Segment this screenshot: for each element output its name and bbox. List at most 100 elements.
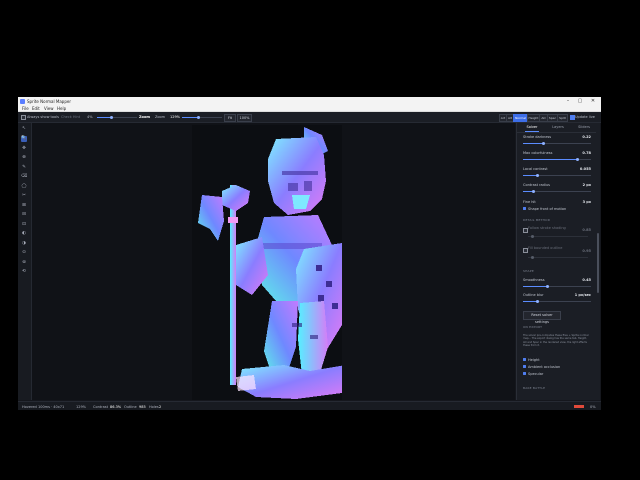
zoom-slider[interactable] bbox=[182, 116, 222, 119]
status-file-value: 100ms · 40x71 bbox=[38, 404, 65, 409]
tab-solver[interactable]: Solver bbox=[519, 125, 545, 132]
ring-tool-icon[interactable]: ⊚ bbox=[21, 260, 27, 266]
export-height-label: Height bbox=[528, 357, 540, 362]
max-colorfulness-slider[interactable] bbox=[523, 158, 591, 161]
maximize-button[interactable]: ▢ bbox=[576, 98, 584, 104]
outline-blur-slider[interactable] bbox=[523, 300, 591, 303]
app-icon bbox=[20, 98, 25, 104]
canvas-area[interactable] bbox=[32, 123, 515, 400]
max-colorfulness-value: 0.78 bbox=[582, 151, 591, 155]
follow-stroke-label: Follow stroke shading bbox=[528, 226, 566, 230]
tool-strip: ↖ 🔍 ✥ ⊕ ✎ ⌫ ◯ ✂ ⊞ ⊟ ⊡ ◐ ◑ ⊙ ⊚ ⟲ bbox=[18, 123, 32, 400]
window-title: Sprite Normal Mapper bbox=[27, 98, 71, 104]
on-export-heading: ON EXPORT bbox=[523, 325, 543, 329]
grid-remove-tool-icon[interactable]: ⊟ bbox=[21, 212, 27, 218]
contrast-radius-slider[interactable] bbox=[523, 190, 591, 193]
update-live-label: Update live bbox=[575, 115, 595, 119]
smoothness-value: 0.45 bbox=[582, 278, 591, 282]
stroke-darkness-value: 0.22 bbox=[582, 135, 591, 139]
shade-right-tool-icon[interactable]: ◑ bbox=[21, 241, 27, 247]
status-contrast-label: Contrast bbox=[93, 404, 108, 409]
status-file-label: Hovered bbox=[22, 404, 37, 409]
local-contrast-label: Local contrast bbox=[523, 167, 548, 171]
brush-size-value: 4% bbox=[87, 115, 93, 119]
zoom-tool-icon[interactable]: 🔍 bbox=[21, 136, 27, 142]
fine-hit-value: 3 px bbox=[582, 200, 591, 204]
fill-outline-value: 0.95 bbox=[582, 249, 591, 253]
panel-scrollbar[interactable] bbox=[596, 123, 600, 400]
shape-front-label: Shape front of motion bbox=[528, 206, 567, 211]
stroke-darkness-label: Stroke darkness bbox=[523, 135, 552, 139]
zoom-label: Zoom bbox=[139, 115, 150, 119]
status-progress-bar bbox=[574, 405, 584, 408]
stroke-darkness-slider[interactable] bbox=[523, 142, 591, 145]
target-tool-icon[interactable]: ⊙ bbox=[21, 250, 27, 256]
panel-tabs: Solver Layers Sliders bbox=[517, 123, 597, 133]
follow-stroke-value: 0.85 bbox=[582, 228, 591, 232]
knight-normal-map-image bbox=[198, 127, 346, 399]
contrast-radius-label: Contrast radius bbox=[523, 183, 550, 187]
smoothness-label: Smoothness bbox=[523, 278, 545, 282]
always-show-tools-checkbox[interactable] bbox=[21, 115, 26, 120]
rotate-tool-icon[interactable]: ⟲ bbox=[21, 269, 27, 275]
status-bar: Hovered 100ms · 40x71 129% Contrast 86.3… bbox=[18, 401, 601, 410]
fit-button[interactable]: Fit bbox=[224, 114, 236, 122]
smoothness-slider[interactable] bbox=[523, 285, 591, 288]
cut-tool-icon[interactable]: ✂ bbox=[21, 193, 27, 199]
title-bar: Sprite Normal Mapper – ▢ ✕ bbox=[18, 97, 601, 105]
fine-hit-label: Fine hit bbox=[523, 200, 536, 204]
menu-edit[interactable]: Edit bbox=[32, 106, 40, 111]
check-hint-label: Check Hint bbox=[61, 115, 81, 119]
max-colorfulness-label: Max colorfulness bbox=[523, 151, 553, 155]
always-show-tools-label: Always show tools bbox=[27, 115, 59, 119]
export-specular-checkbox[interactable] bbox=[523, 372, 526, 375]
select-tool-icon[interactable]: ↖ bbox=[21, 126, 27, 132]
status-holes-label: Holes bbox=[149, 404, 159, 409]
export-specular-label: Specular bbox=[528, 371, 544, 376]
pencil-tool-icon[interactable]: ✎ bbox=[21, 165, 27, 171]
sprite-artboard[interactable] bbox=[192, 125, 346, 400]
tab-sliders[interactable]: Sliders bbox=[571, 125, 597, 129]
menu-view[interactable]: View bbox=[44, 106, 54, 111]
brush-size-slider[interactable] bbox=[97, 116, 137, 119]
status-outline-label: Outline bbox=[124, 404, 137, 409]
menu-help[interactable]: Help bbox=[57, 106, 66, 111]
fill-outline-slider[interactable] bbox=[528, 256, 588, 259]
export-description: The solver pre-computes these files + Sp… bbox=[523, 334, 589, 348]
toolbar: Always show tools Check Hint 4% Zoom Zoo… bbox=[18, 112, 601, 123]
eraser-tool-icon[interactable]: ⌫ bbox=[21, 174, 27, 180]
menu-file[interactable]: File bbox=[22, 106, 29, 111]
grid-add-tool-icon[interactable]: ⊞ bbox=[21, 203, 27, 209]
follow-stroke-slider[interactable] bbox=[528, 235, 588, 238]
move-tool-icon[interactable]: ✥ bbox=[21, 146, 27, 152]
menu-bar: File Edit View Help bbox=[18, 105, 601, 112]
bake-battle-heading: BAKE BATTLE bbox=[523, 386, 546, 390]
solver-panel: Solver Layers Sliders Stroke darkness 0.… bbox=[516, 123, 597, 400]
minimize-button[interactable]: – bbox=[564, 98, 572, 104]
outline-blur-value: 1 px/sec bbox=[574, 293, 591, 297]
contrast-radius-value: 2 px bbox=[582, 183, 591, 187]
detail-method-heading: DETAIL METHOD bbox=[523, 218, 551, 222]
close-button[interactable]: ✕ bbox=[589, 98, 597, 104]
reset-zoom-button[interactable]: 100% bbox=[237, 114, 252, 122]
export-ao-checkbox[interactable] bbox=[523, 365, 526, 368]
view-tab-split[interactable]: Split bbox=[557, 114, 568, 122]
add-tool-icon[interactable]: ⊕ bbox=[21, 155, 27, 161]
ellipse-tool-icon[interactable]: ◯ bbox=[21, 184, 27, 190]
outline-blur-label: Outline blur bbox=[523, 293, 544, 297]
local-contrast-slider[interactable] bbox=[523, 174, 591, 177]
grid-select-tool-icon[interactable]: ⊡ bbox=[21, 222, 27, 228]
shape-front-checkbox[interactable] bbox=[523, 207, 526, 210]
zoom-value-label: Zoom bbox=[155, 115, 166, 119]
status-holes-value: 2 bbox=[159, 404, 162, 409]
fill-outline-label: Fill bounded outline bbox=[528, 246, 563, 250]
status-outline-value: 985 bbox=[139, 404, 146, 409]
zoom-value: 129% bbox=[170, 115, 181, 119]
shape-heading: SHAPE bbox=[523, 269, 534, 273]
tab-layers[interactable]: Layers bbox=[545, 125, 571, 129]
export-height-checkbox[interactable] bbox=[523, 358, 526, 361]
shade-left-tool-icon[interactable]: ◐ bbox=[21, 231, 27, 237]
view-tab-normal[interactable]: Normal bbox=[513, 114, 528, 122]
reset-solver-button[interactable]: Reset solver settings bbox=[523, 311, 561, 324]
local-contrast-value: 0.055 bbox=[579, 167, 591, 171]
